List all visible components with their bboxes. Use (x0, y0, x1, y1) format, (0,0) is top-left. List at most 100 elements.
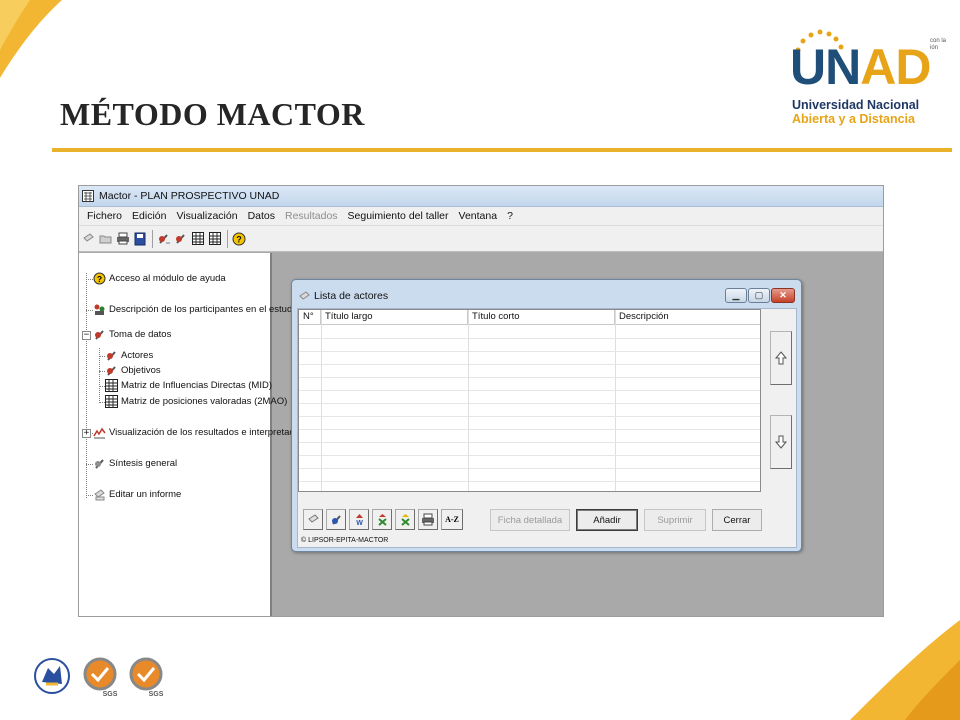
new-file-icon[interactable] (81, 231, 96, 247)
matrix-mid-icon[interactable] (190, 231, 205, 247)
table-row[interactable] (299, 469, 760, 482)
app-title-bar: Mactor - PLAN PROSPECTIVO UNAD (79, 186, 883, 207)
people-icon (94, 304, 105, 315)
matrix-icon (105, 395, 118, 408)
move-down-button[interactable] (770, 415, 792, 469)
sort-az-button[interactable]: A-Z (441, 509, 463, 530)
colombia-seal-logo (34, 658, 70, 694)
sgs-cert-logo-2: SGS (129, 657, 164, 698)
column-header-long-title[interactable]: Título largo (321, 310, 468, 325)
print-icon (422, 513, 434, 526)
help-icon[interactable]: ? (231, 231, 246, 247)
unad-logo: UNAD Universidad Nacional Abierta y a Di… (786, 28, 931, 128)
svg-text:?: ? (236, 234, 242, 244)
actor-icon (331, 515, 341, 525)
sgs-cert-logo-1: SGS (83, 657, 118, 698)
svg-text:?: ? (97, 274, 102, 284)
menu-fichero[interactable]: Fichero (82, 210, 127, 222)
dialog-client-area: N° Título largo Título corto Descripción (297, 308, 797, 548)
tree-item-synthesis[interactable]: Síntesis general (93, 457, 177, 470)
tree-item-results[interactable]: Visualización de los resultados e interp… (93, 426, 317, 439)
open-folder-icon[interactable] (98, 231, 113, 247)
move-up-button[interactable] (770, 331, 792, 385)
column-header-description[interactable]: Descripción (615, 310, 760, 325)
edit-note-button[interactable] (303, 509, 323, 530)
menu-help[interactable]: ? (502, 210, 518, 222)
logo-wordmark: UNAD (790, 39, 931, 95)
arrow-down-icon (775, 435, 787, 449)
dialog-icon (299, 290, 310, 300)
toolbar-separator (227, 229, 228, 248)
actor-add-icon-button[interactable] (326, 509, 346, 530)
actor-x-yellow-icon (400, 514, 410, 526)
table-row[interactable] (299, 391, 760, 404)
close-button[interactable]: Cerrar (712, 509, 762, 531)
window-controls: ▁ ▢ ✕ (724, 288, 795, 303)
help-icon: ? (93, 272, 106, 285)
add-button[interactable]: Añadir (576, 509, 638, 531)
maximize-button[interactable]: ▢ (748, 288, 770, 303)
actors-grid[interactable]: N° Título largo Título corto Descripción (298, 309, 761, 492)
expand-toggle-results[interactable]: + (82, 429, 91, 438)
actors-list-dialog: Lista de actores ▁ ▢ ✕ N° Título largo T… (291, 279, 802, 552)
menu-visualizacion[interactable]: Visualización (171, 210, 242, 222)
table-row[interactable] (299, 430, 760, 443)
objectives-icon (107, 366, 116, 376)
line-chart-icon (93, 427, 106, 439)
table-row[interactable] (299, 352, 760, 365)
app-title: Mactor - PLAN PROSPECTIVO UNAD (99, 190, 280, 202)
navigation-tree: ? Acceso al módulo de ayuda Descripción … (79, 253, 317, 616)
menu-seguimiento[interactable]: Seguimiento del taller (343, 210, 454, 222)
logo-line-1: Universidad Nacional (792, 98, 920, 112)
table-row[interactable] (299, 417, 760, 430)
tree-item-help[interactable]: ? Acceso al módulo de ayuda (93, 272, 226, 285)
expand-toggle-data[interactable]: − (82, 331, 91, 340)
actors-icon (107, 351, 116, 361)
actor-delete-button[interactable] (372, 509, 392, 530)
dialog-title-bar: Lista de actores (299, 290, 388, 302)
print-icon[interactable] (115, 231, 130, 247)
tree-item-objectives[interactable]: Objetivos (105, 364, 161, 377)
svg-text:SGS: SGS (149, 691, 164, 698)
actors-icon[interactable] (156, 231, 171, 247)
edit-icon (307, 514, 319, 523)
table-row[interactable] (299, 365, 760, 378)
actor-remove-button[interactable] (395, 509, 415, 530)
table-row[interactable] (299, 456, 760, 469)
menu-edicion[interactable]: Edición (127, 210, 171, 222)
slide-title: MÉTODO MACTOR (60, 96, 365, 132)
corner-note: con la ión (930, 38, 947, 51)
table-row[interactable] (299, 378, 760, 391)
table-row[interactable] (299, 326, 760, 339)
save-disk-icon[interactable] (132, 231, 147, 247)
menu-datos[interactable]: Datos (243, 210, 280, 222)
data-icon (95, 330, 104, 340)
column-header-number[interactable]: N° (299, 310, 321, 325)
menu-ventana[interactable]: Ventana (454, 210, 503, 222)
calculator-app-icon (82, 190, 94, 202)
matrix-mao-icon[interactable] (207, 231, 222, 247)
column-header-short-title[interactable]: Título corto (468, 310, 615, 325)
tree-item-mid[interactable]: Matriz de Influencias Directas (MID) (105, 379, 272, 392)
tree-item-participants[interactable]: Descripción de los participantes en el e… (93, 303, 300, 316)
arrow-up-icon (775, 351, 787, 365)
detail-sheet-button[interactable]: Ficha detallada (490, 509, 570, 531)
delete-button[interactable]: Suprimir (644, 509, 706, 531)
tree-item-data[interactable]: Toma de datos (93, 328, 171, 341)
objectives-icon[interactable] (173, 231, 188, 247)
tree-item-mao[interactable]: Matriz de posiciones valoradas (2MAO) (105, 395, 287, 408)
table-row[interactable] (299, 404, 760, 417)
dialog-title: Lista de actores (314, 290, 389, 302)
actor-weight-button[interactable]: W (349, 509, 369, 530)
table-row[interactable] (299, 339, 760, 352)
print-button[interactable] (418, 509, 438, 530)
table-row[interactable] (299, 443, 760, 456)
actor-weight-icon: W (355, 514, 363, 526)
close-window-button[interactable]: ✕ (771, 288, 795, 303)
mactor-window: Mactor - PLAN PROSPECTIVO UNAD Fichero E… (78, 185, 884, 617)
tree-item-actors[interactable]: Actores (105, 349, 153, 362)
menu-resultados[interactable]: Resultados (280, 210, 343, 222)
tree-item-report[interactable]: Editar un informe (93, 488, 181, 501)
minimize-button[interactable]: ▁ (725, 288, 747, 303)
corner-swoosh-top-left (0, 0, 62, 78)
